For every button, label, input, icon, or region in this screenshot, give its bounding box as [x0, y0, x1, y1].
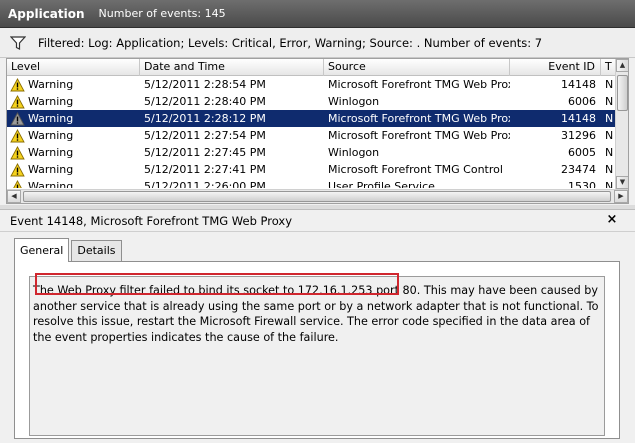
- event-description: The Web Proxy filter failed to bind its …: [33, 284, 599, 344]
- window-titlebar: Application Number of events: 145: [0, 0, 635, 28]
- event-detail-header: Event 14148, Microsoft Forefront TMG Web…: [0, 210, 635, 232]
- column-header-date[interactable]: Date and Time: [140, 59, 324, 76]
- column-header-source[interactable]: Source: [324, 59, 510, 76]
- scroll-left-arrow-icon[interactable]: ◀: [7, 190, 21, 203]
- row-date: 5/12/2011 2:28:40 PM: [144, 95, 266, 108]
- row-task: N: [605, 112, 614, 125]
- column-header-task[interactable]: T: [601, 59, 616, 76]
- filter-bar: Filtered: Log: Application; Levels: Crit…: [0, 28, 635, 58]
- warning-icon: [10, 162, 25, 176]
- scroll-right-arrow-icon[interactable]: ▶: [614, 190, 628, 203]
- warning-icon: [12, 179, 23, 188]
- tab-general[interactable]: General: [14, 238, 70, 262]
- warning-icon: [10, 128, 25, 142]
- warning-icon: [10, 94, 25, 108]
- row-level: Warning: [7, 144, 140, 161]
- row-event-id: 31296: [561, 129, 596, 142]
- table-row[interactable]: Warning 5/12/2011 2:28:54 PM Microsoft F…: [7, 76, 616, 93]
- row-event-id: 14148: [561, 112, 596, 125]
- vertical-scrollbar[interactable]: ▲ ▼: [615, 59, 628, 189]
- row-date: 5/12/2011 2:26:00 PM: [144, 180, 266, 188]
- row-source: Microsoft Forefront TMG Web Proxy: [328, 78, 510, 91]
- horizontal-scroll-thumb[interactable]: [23, 191, 611, 202]
- grid-header: Level Date and Time Source Event ID T: [7, 59, 616, 76]
- row-task: N: [605, 146, 614, 159]
- warning-icon: [10, 77, 25, 91]
- table-row[interactable]: Warning 5/12/2011 2:26:00 PM User Profil…: [7, 178, 616, 188]
- row-date: 5/12/2011 2:28:12 PM: [144, 112, 266, 125]
- row-level: Warning: [7, 93, 140, 110]
- row-source: User Profile Service: [328, 180, 435, 188]
- row-task: N: [605, 78, 614, 91]
- row-task: N: [605, 95, 614, 108]
- row-source: Winlogon: [328, 146, 380, 159]
- row-date: 5/12/2011 2:27:45 PM: [144, 146, 266, 159]
- row-level: Warning: [7, 178, 140, 188]
- table-row[interactable]: Warning 5/12/2011 2:27:45 PM Winlogon 60…: [7, 144, 616, 161]
- table-row[interactable]: Warning 5/12/2011 2:28:12 PM Microsoft F…: [7, 110, 616, 127]
- column-header-event-id[interactable]: Event ID: [510, 59, 601, 76]
- event-description-box[interactable]: The Web Proxy filter failed to bind its …: [29, 276, 605, 436]
- row-level: Warning: [7, 110, 140, 127]
- events-grid[interactable]: Level Date and Time Source Event ID T Wa…: [6, 58, 629, 204]
- funnel-icon: [10, 35, 26, 50]
- event-rows: Warning 5/12/2011 2:28:54 PM Microsoft F…: [7, 76, 616, 188]
- row-date: 5/12/2011 2:27:54 PM: [144, 129, 266, 142]
- event-count: Number of events: 145: [98, 7, 226, 20]
- column-header-level[interactable]: Level: [7, 59, 140, 76]
- row-level: Warning: [7, 161, 140, 178]
- row-task: N: [605, 163, 614, 176]
- filter-summary: Filtered: Log: Application; Levels: Crit…: [38, 35, 543, 50]
- scroll-up-arrow-icon[interactable]: ▲: [616, 59, 628, 72]
- row-source: Winlogon: [328, 95, 380, 108]
- row-task: N: [605, 180, 614, 188]
- table-row[interactable]: Warning 5/12/2011 2:27:41 PM Microsoft F…: [7, 161, 616, 178]
- table-row[interactable]: Warning 5/12/2011 2:27:54 PM Microsoft F…: [7, 127, 616, 144]
- table-row[interactable]: Warning 5/12/2011 2:28:40 PM Winlogon 60…: [7, 93, 616, 110]
- row-event-id: 6005: [568, 146, 596, 159]
- row-level: Warning: [7, 127, 140, 144]
- event-detail-title: Event 14148, Microsoft Forefront TMG Web…: [10, 213, 293, 228]
- row-date: 5/12/2011 2:28:54 PM: [144, 78, 266, 91]
- horizontal-scrollbar[interactable]: ◀ ▶: [7, 189, 628, 203]
- row-level: Warning: [7, 76, 140, 93]
- row-event-id: 14148: [561, 78, 596, 91]
- warning-icon: [10, 145, 25, 159]
- log-name: Application: [8, 6, 85, 21]
- row-source: Microsoft Forefront TMG Web Proxy: [328, 112, 510, 125]
- scroll-down-arrow-icon[interactable]: ▼: [616, 176, 628, 189]
- row-date: 5/12/2011 2:27:41 PM: [144, 163, 266, 176]
- row-event-id: 23474: [561, 163, 596, 176]
- general-tab-panel: The Web Proxy filter failed to bind its …: [14, 261, 620, 439]
- close-icon[interactable]: ×: [605, 213, 619, 227]
- tab-details[interactable]: Details: [71, 240, 122, 262]
- row-task: N: [605, 129, 614, 142]
- warning-icon: [10, 111, 25, 125]
- vertical-scroll-thumb[interactable]: [617, 75, 628, 111]
- row-source: Microsoft Forefront TMG Control: [328, 163, 503, 176]
- row-source: Microsoft Forefront TMG Web Proxy: [328, 129, 510, 142]
- row-event-id: 6006: [568, 95, 596, 108]
- row-event-id: 1530: [568, 180, 596, 188]
- detail-tabs: General Details: [14, 238, 124, 262]
